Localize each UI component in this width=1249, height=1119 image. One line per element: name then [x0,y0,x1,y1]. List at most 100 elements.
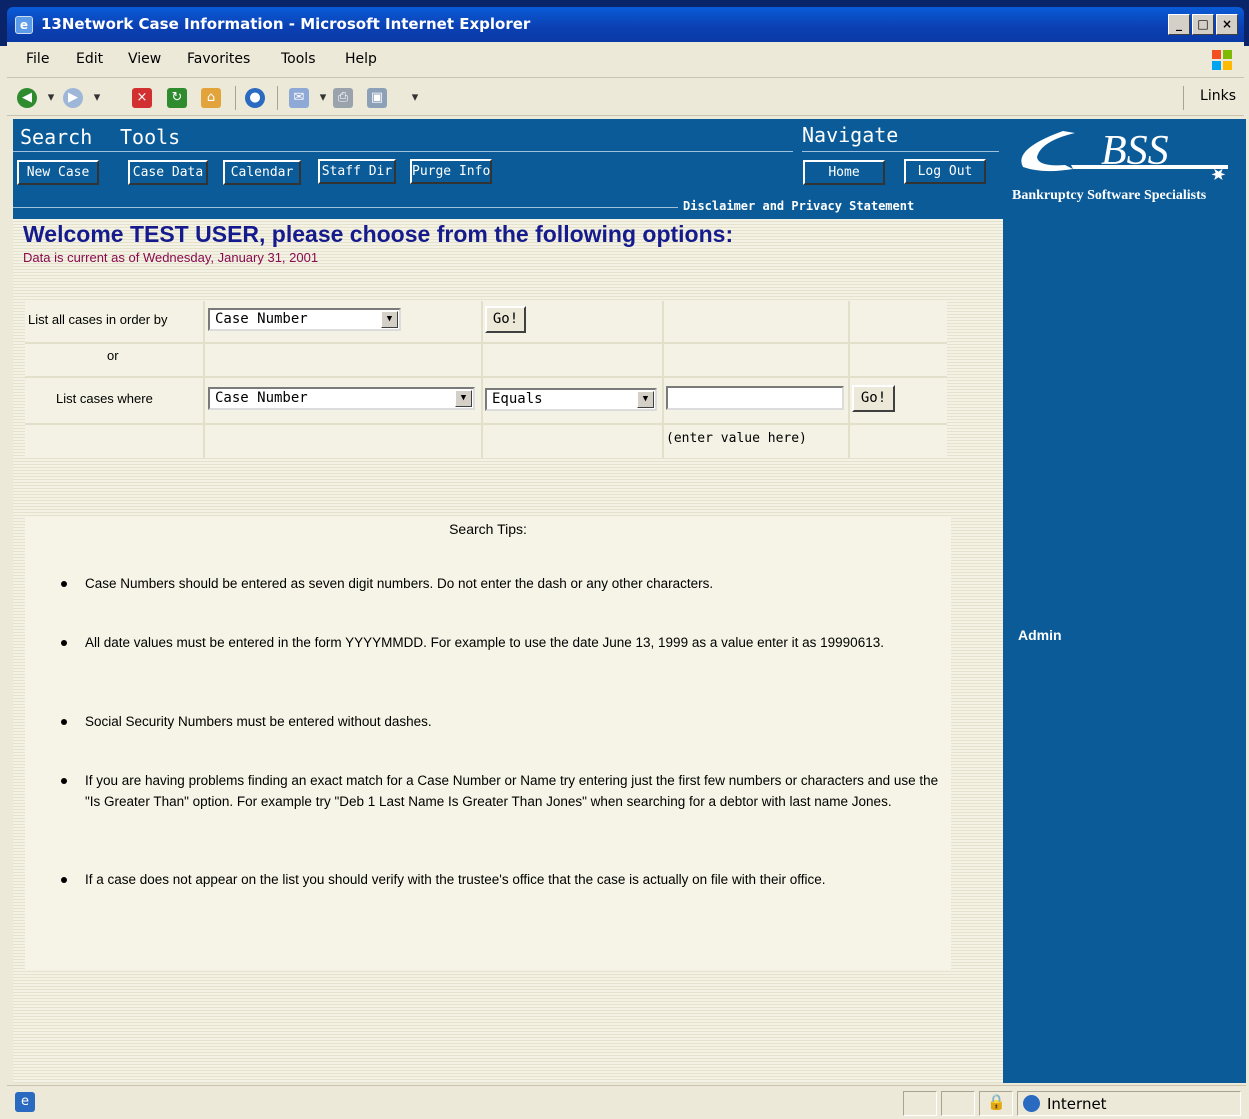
admin-link[interactable]: Admin [1018,627,1062,643]
list-where-label: List cases where [56,391,153,406]
data-current-note: Data is current as of Wednesday, January… [23,250,319,265]
bullet-icon [61,778,67,784]
case-data-button[interactable]: Case Data [128,160,208,185]
edit-icon[interactable]: ▣ [367,88,387,108]
back-icon[interactable]: ◀ [17,88,37,108]
window-title: 13Network Case Information - Microsoft I… [41,15,531,33]
navigate-section-label: Navigate [802,123,899,147]
calendar-button[interactable]: Calendar [223,160,301,185]
status-bar: e 🔒 Internet [7,1085,1246,1119]
globe-icon [1023,1095,1040,1112]
staff-dir-button[interactable]: Staff Dir [318,159,396,184]
edit-dropdown-icon[interactable]: ▾ [405,88,425,108]
chevron-down-icon[interactable]: ▼ [381,311,398,328]
menu-file[interactable]: File [26,51,49,67]
table-divider [203,301,205,458]
status-segment [903,1091,937,1116]
tools-section-label: Tools [120,125,181,149]
search-globe-icon[interactable]: ● [245,88,265,108]
print-icon[interactable]: ⎙ [333,88,353,108]
menu-view[interactable]: View [128,51,161,67]
toolbar-separator [277,86,278,110]
menu-edit[interactable]: Edit [76,51,103,67]
close-button[interactable]: × [1216,14,1238,35]
tip-item: Case Numbers should be entered as seven … [85,576,714,591]
table-divider [848,301,850,458]
search-tips-panel: Search Tips: Case Numbers should be ente… [25,517,951,969]
search-form-table: List all cases in order by Case Number ▼… [25,301,947,458]
stop-icon[interactable]: × [132,88,152,108]
toolbar-separator [1183,86,1184,110]
table-divider [662,301,664,458]
chevron-down-icon[interactable]: ▼ [637,391,654,408]
bullet-icon [61,581,67,587]
list-all-label: List all cases in order by [28,312,168,327]
operator-select[interactable]: Equals ▼ [485,388,657,411]
lock-icon: 🔒 [987,1093,1006,1111]
bullet-icon [61,640,67,646]
home-icon[interactable]: ⌂ [201,88,221,108]
search-tips-title: Search Tips: [449,521,527,537]
table-divider [481,301,483,458]
search-value-input[interactable] [666,386,844,410]
titlebar-gradient: e 13Network Case Information - Microsoft… [7,7,1244,42]
search-section-label: Search [20,125,93,149]
links-label[interactable]: Links [1200,88,1236,104]
right-sidebar: Admin [1003,219,1246,1083]
order-by-select[interactable]: Case Number ▼ [208,308,401,331]
forward-icon[interactable]: ▶ [63,88,83,108]
header-divider [13,151,793,152]
operator-value: Equals [492,391,543,407]
ie-icon: e [15,16,33,34]
field-value: Case Number [215,390,308,406]
tip-item: If you are having problems finding an ex… [85,773,939,809]
forward-dropdown-icon[interactable]: ▾ [87,88,107,108]
bullet-icon [61,877,67,883]
status-segment: 🔒 [979,1091,1013,1116]
menu-favorites[interactable]: Favorites [187,51,250,67]
welcome-heading: Welcome TEST USER, please choose from th… [23,221,734,247]
minimize-button[interactable]: _ [1168,14,1190,35]
purge-info-button[interactable]: Purge Info [410,159,492,184]
list-where-go-button[interactable]: Go! [852,385,895,412]
bullet-icon [61,719,67,725]
table-divider [25,342,947,344]
maximize-button[interactable]: □ [1192,14,1214,35]
list-all-go-button[interactable]: Go! [485,306,526,333]
disclaimer-link[interactable]: Disclaimer and Privacy Statement [683,199,914,213]
site-header: Search Tools Navigate New Case Case Data… [13,119,1003,219]
toolbar-separator [235,86,236,110]
menu-help[interactable]: Help [345,51,377,67]
logo-tagline: Bankruptcy Software Specialists [1012,188,1207,203]
home-button[interactable]: Home [803,160,885,185]
header-divider [13,207,678,208]
menu-tools[interactable]: Tools [281,51,316,67]
window-titlebar: e 13Network Case Information - Microsoft… [0,0,1249,46]
back-dropdown-icon[interactable]: ▾ [41,88,61,108]
field-select[interactable]: Case Number ▼ [208,387,475,410]
header-divider [802,151,999,152]
chevron-down-icon[interactable]: ▼ [455,390,472,407]
new-case-button[interactable]: New Case [17,160,99,185]
log-out-button[interactable]: Log Out [904,159,986,184]
mail-dropdown-icon[interactable]: ▾ [313,88,333,108]
menu-bar: File Edit View Favorites Tools Help [7,42,1244,78]
refresh-icon[interactable]: ↻ [167,88,187,108]
main-content: Welcome TEST USER, please choose from th… [13,219,1003,1083]
order-by-value: Case Number [215,311,308,327]
status-segment [941,1091,975,1116]
tip-item: Social Security Numbers must be entered … [85,714,432,729]
tip-item: All date values must be entered in the f… [85,635,884,650]
enter-value-hint: (enter value here) [666,431,807,446]
mail-icon[interactable]: ✉ [289,88,309,108]
web-page: Search Tools Navigate New Case Case Data… [13,119,1246,1083]
or-label: or [107,348,119,363]
tip-item: If a case does not appear on the list yo… [85,872,826,887]
table-divider [25,423,947,425]
zone-label: Internet [1047,1095,1107,1113]
table-divider [25,376,947,378]
bss-logo: BSS Bankruptcy Software Specialists [1003,119,1246,219]
page-icon: e [15,1092,35,1112]
logo-mark: BSS [1101,128,1169,174]
windows-logo-icon [1210,48,1234,72]
